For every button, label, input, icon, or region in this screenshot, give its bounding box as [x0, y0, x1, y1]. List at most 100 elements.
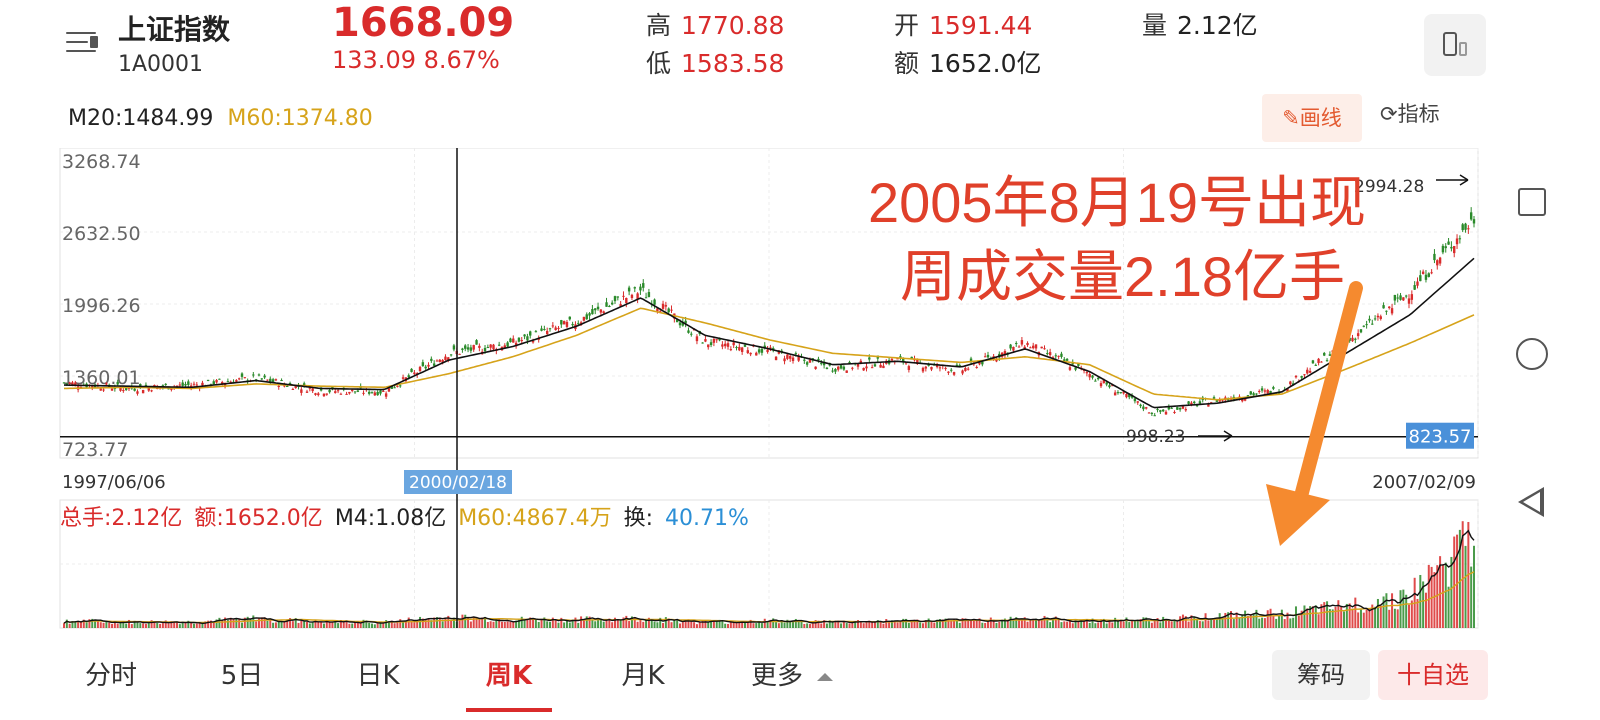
- candle-body: [1308, 370, 1312, 373]
- candle-body: [1015, 343, 1018, 345]
- menu-icon[interactable]: [66, 28, 100, 56]
- volume-bar: [712, 621, 715, 628]
- volume-bar: [317, 622, 320, 628]
- volume-bar: [1204, 613, 1207, 628]
- candle-body: [788, 356, 792, 359]
- volume-bar: [1122, 621, 1125, 628]
- tab-monthly-k[interactable]: 月K: [610, 648, 676, 708]
- candle-body: [831, 370, 834, 372]
- tab-daily-k[interactable]: 日K: [346, 648, 410, 708]
- candle-body: [523, 334, 526, 337]
- volume-bar: [1244, 610, 1247, 628]
- volume-bar: [1116, 620, 1119, 628]
- volume-bar: [441, 621, 444, 628]
- volume-bar: [1060, 622, 1063, 628]
- volume-bar: [1213, 619, 1216, 628]
- volume-bar: [871, 622, 874, 628]
- candle-body: [102, 389, 105, 391]
- candle-body: [252, 374, 255, 376]
- volume-bar: [1258, 618, 1261, 628]
- candle-body: [577, 323, 580, 325]
- candle-body: [384, 393, 388, 397]
- candle-body: [506, 342, 509, 347]
- volume-bar: [1009, 616, 1012, 628]
- candle-body: [1156, 409, 1159, 411]
- candle-body: [1469, 212, 1473, 220]
- volume-bar: [907, 622, 910, 628]
- landscape-toggle-button[interactable]: [1424, 14, 1486, 76]
- stat-volume: 量 2.12亿: [1142, 11, 1258, 40]
- candle-body: [1388, 306, 1391, 309]
- candle-body: [1012, 346, 1015, 351]
- volume-bar: [159, 623, 162, 628]
- volume-bar: [1280, 609, 1283, 628]
- volume-bar: [198, 622, 201, 628]
- volume-bar: [806, 623, 809, 628]
- volume-bar: [882, 623, 885, 628]
- tab-intraday[interactable]: 分时: [78, 648, 144, 708]
- candle-body: [435, 360, 439, 362]
- volume-bar: [1119, 620, 1122, 628]
- candle-body: [712, 339, 716, 343]
- volume-bar: [1456, 534, 1459, 628]
- candle-body: [1461, 224, 1464, 231]
- volume-bar: [1424, 592, 1427, 628]
- volume-bar: [670, 622, 673, 628]
- candle-body: [732, 342, 735, 346]
- candle-body: [164, 383, 167, 385]
- candle-body: [286, 385, 289, 387]
- volume-bar: [1198, 621, 1201, 628]
- candle-body: [300, 389, 303, 393]
- volume-bar: [1289, 618, 1292, 628]
- candle-body: [1173, 411, 1176, 414]
- candle-body: [243, 377, 247, 379]
- chips-button[interactable]: 筹码: [1272, 650, 1370, 700]
- candle-body: [1444, 246, 1447, 249]
- volume-bar: [272, 622, 275, 628]
- draw-line-button[interactable]: ✎画线: [1262, 94, 1362, 142]
- volume-bar: [464, 614, 467, 628]
- candle-body: [348, 391, 351, 394]
- candle-body: [311, 388, 314, 392]
- indicator-button[interactable]: ⟳指标: [1380, 98, 1440, 128]
- volume-bar: [1362, 612, 1365, 628]
- volume-bar: [642, 621, 645, 628]
- candle-body: [627, 287, 631, 292]
- candle-body: [413, 372, 416, 375]
- tab-more[interactable]: 更多: [732, 648, 852, 708]
- add-favorite-button[interactable]: 十自选: [1378, 650, 1488, 700]
- candle-body: [1105, 382, 1108, 385]
- price-tag-label: 823.57: [1409, 427, 1472, 448]
- candle-body: [260, 378, 263, 380]
- volume-bar: [1340, 606, 1343, 628]
- candle-body: [616, 296, 620, 298]
- volume-bar: [676, 619, 679, 628]
- candle-body: [548, 328, 552, 330]
- turnover-label: 换:: [623, 506, 653, 531]
- volume-bar: [927, 618, 930, 628]
- stat-low: 低 1583.58: [646, 49, 785, 78]
- volume-bar: [1388, 609, 1391, 628]
- volume-bar: [226, 619, 229, 628]
- home-icon[interactable]: [1516, 338, 1548, 370]
- candle-body: [520, 340, 523, 342]
- tab-weekly-k[interactable]: 周K: [466, 648, 552, 712]
- volume-bar: [1266, 610, 1269, 628]
- volume-bar: [96, 620, 99, 628]
- candle-body: [608, 306, 611, 308]
- candle-body: [633, 287, 636, 289]
- candle-body: [704, 339, 707, 342]
- volume-bar: [161, 623, 164, 628]
- volume-bar: [255, 621, 258, 628]
- candle-body: [1009, 344, 1012, 349]
- candle-body: [1040, 346, 1043, 349]
- volume-bar: [125, 623, 128, 628]
- candle-body: [1320, 361, 1323, 363]
- volume-bar: [1148, 621, 1151, 628]
- tab-5day[interactable]: 5日: [212, 648, 272, 708]
- volume-bar: [789, 621, 792, 628]
- recent-apps-icon[interactable]: [1518, 188, 1546, 216]
- candle-body: [585, 314, 588, 320]
- volume-bar: [63, 623, 65, 628]
- volume-bar: [972, 620, 975, 628]
